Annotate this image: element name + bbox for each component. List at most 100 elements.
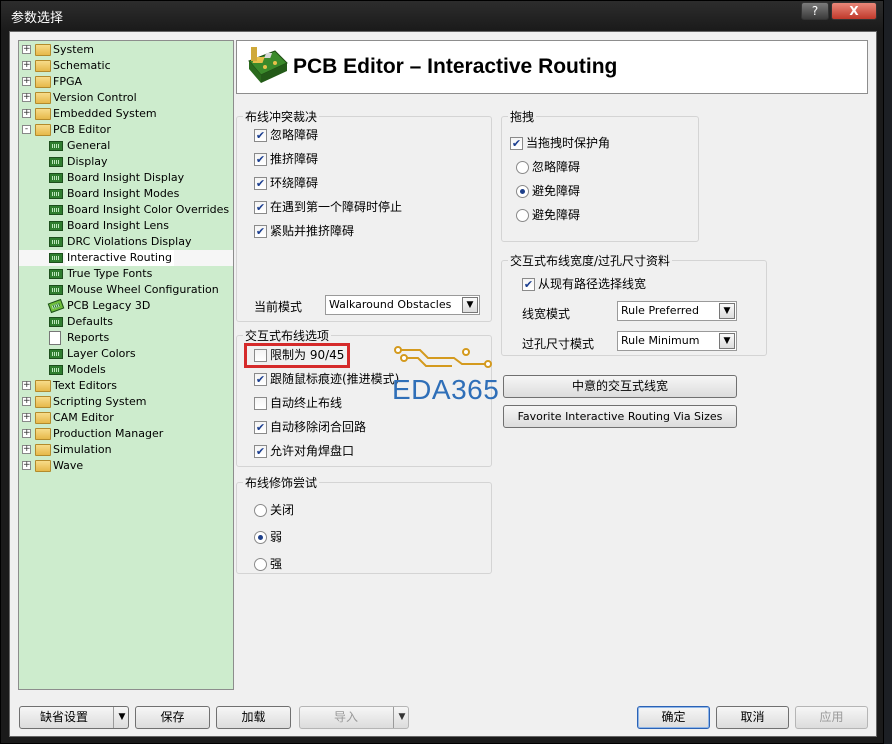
chevron-down-icon[interactable]: ▼ <box>113 707 130 728</box>
tree-item[interactable]: General <box>19 138 233 154</box>
save-button[interactable]: 保存 <box>135 706 210 729</box>
tree-item-label: FPGA <box>53 75 83 88</box>
tree-item[interactable]: + Simulation <box>19 442 233 458</box>
expand-icon[interactable]: + <box>22 109 31 118</box>
tree-item[interactable]: + Version Control <box>19 90 233 106</box>
chevron-down-icon[interactable]: ▼ <box>462 297 478 313</box>
window-title: 参数选择 <box>11 11 64 26</box>
gloss-group: 布线修饰尝试 关闭弱强 <box>236 474 492 574</box>
eda365-watermark: EDA365 <box>390 344 502 405</box>
checkbox-box[interactable]: ✔ <box>254 153 267 166</box>
tree-item[interactable]: True Type Fonts <box>19 266 233 282</box>
collapse-icon[interactable]: - <box>22 125 31 134</box>
folder-icon <box>35 380 51 392</box>
tree-item[interactable]: + FPGA <box>19 74 233 90</box>
tree-item[interactable]: Board Insight Modes <box>19 186 233 202</box>
tree-item[interactable]: + Schematic <box>19 58 233 74</box>
current-mode-select[interactable]: Walkaround Obstacles ▼ <box>325 295 480 315</box>
expand-icon[interactable]: + <box>22 61 31 70</box>
radio-label: 避免障碍 <box>532 184 581 198</box>
checkbox-box[interactable]: ✔ <box>254 129 267 142</box>
tree-item[interactable]: Board Insight Display <box>19 170 233 186</box>
apply-button[interactable]: 应用 <box>795 706 868 729</box>
checkbox-label: 推挤障碍 <box>270 152 319 166</box>
checkbox-box[interactable]: ✔ <box>522 278 535 291</box>
expand-icon[interactable]: + <box>22 381 31 390</box>
expand-icon[interactable]: + <box>22 461 31 470</box>
cancel-button[interactable]: 取消 <box>716 706 789 729</box>
favorite-via-sizes-button[interactable]: Favorite Interactive Routing Via Sizes <box>503 405 737 428</box>
via-mode-label: 过孔尺寸模式 <box>522 337 595 351</box>
checkbox-box[interactable] <box>254 397 267 410</box>
folder-icon <box>35 124 51 136</box>
chevron-down-icon[interactable]: ▼ <box>719 333 735 349</box>
checkbox-box[interactable]: ✔ <box>254 201 267 214</box>
expand-icon[interactable]: + <box>22 397 31 406</box>
tree-item[interactable]: + CAM Editor <box>19 410 233 426</box>
watermark-text: EDA365 <box>392 374 500 405</box>
tree-item[interactable]: - PCB Editor <box>19 122 233 138</box>
tree-item[interactable]: Reports <box>19 330 233 346</box>
group-title: 交互式布线选项 <box>243 327 332 344</box>
tree-item[interactable]: + Wave <box>19 458 233 474</box>
tree-item-label: Interactive Routing <box>65 250 174 266</box>
chip-icon <box>49 365 63 375</box>
tree-item-label: True Type Fonts <box>67 267 153 280</box>
help-button[interactable]: ? <box>801 2 829 20</box>
tree-item[interactable]: + Scripting System <box>19 394 233 410</box>
tree-item[interactable]: Board Insight Color Overrides <box>19 202 233 218</box>
radio-button[interactable] <box>516 209 529 222</box>
checkbox-box[interactable]: ✔ <box>254 177 267 190</box>
ok-button[interactable]: 确定 <box>637 706 710 729</box>
tree-item[interactable]: Mouse Wheel Configuration <box>19 282 233 298</box>
tree-item[interactable]: Display <box>19 154 233 170</box>
checkbox-box[interactable]: ✔ <box>254 373 267 386</box>
group-title: 交互式布线宽度/过孔尺寸资料 <box>508 252 673 269</box>
checkbox-box[interactable]: ✔ <box>254 225 267 238</box>
tree-item[interactable]: PCB Legacy 3D <box>19 298 233 314</box>
drag-group: 拖拽 ✔ 当拖拽时保护角 忽略障碍 避免障碍 避免障碍 <box>501 108 699 242</box>
load-button[interactable]: 加载 <box>216 706 291 729</box>
tree-item[interactable]: Defaults <box>19 314 233 330</box>
checkbox-box[interactable]: ✔ <box>254 421 267 434</box>
radio-button[interactable] <box>254 504 267 517</box>
checkbox-label: 允许对角焊盘口 <box>270 444 355 458</box>
tree-item[interactable]: + Embedded System <box>19 106 233 122</box>
group-title: 布线修饰尝试 <box>243 474 320 491</box>
tree-item[interactable]: + Text Editors <box>19 378 233 394</box>
folder-icon <box>35 428 51 440</box>
defaults-button[interactable]: 缺省设置 ▼ <box>19 706 129 729</box>
expand-icon[interactable]: + <box>22 93 31 102</box>
tree-item[interactable]: Layer Colors <box>19 346 233 362</box>
tree-item[interactable]: Board Insight Lens <box>19 218 233 234</box>
via-mode-select[interactable]: Rule Minimum ▼ <box>617 331 737 351</box>
expand-icon[interactable]: + <box>22 445 31 454</box>
expand-icon[interactable]: + <box>22 77 31 86</box>
tree-item-label: Version Control <box>53 91 137 104</box>
tree-item[interactable]: + System <box>19 42 233 58</box>
favorite-width-button[interactable]: 中意的交互式线宽 <box>503 375 737 398</box>
radio-button[interactable] <box>516 185 529 198</box>
radio-button[interactable] <box>254 558 267 571</box>
tree-item[interactable]: + Production Manager <box>19 426 233 442</box>
tree-item[interactable]: Models <box>19 362 233 378</box>
chevron-down-icon[interactable]: ▼ <box>719 303 735 319</box>
expand-icon[interactable]: + <box>22 413 31 422</box>
width-mode-select[interactable]: Rule Preferred ▼ <box>617 301 737 321</box>
close-button[interactable]: X <box>831 2 877 20</box>
document-icon <box>49 331 61 345</box>
checkbox-label: 自动移除闭合回路 <box>270 420 367 434</box>
title-bar[interactable]: 参数选择 ? X <box>1 1 885 29</box>
radio-button[interactable] <box>516 161 529 174</box>
checkbox-box[interactable]: ✔ <box>254 445 267 458</box>
radio-button[interactable] <box>254 531 267 544</box>
chevron-down-icon[interactable]: ▼ <box>393 707 410 728</box>
tree-item[interactable]: DRC Violations Display <box>19 234 233 250</box>
expand-icon[interactable]: + <box>22 45 31 54</box>
checkbox-box[interactable]: ✔ <box>510 137 523 150</box>
expand-icon[interactable]: + <box>22 429 31 438</box>
tree-item[interactable]: Interactive Routing <box>19 250 233 266</box>
chip-icon <box>49 349 63 359</box>
preferences-tree[interactable]: + System + Schematic + FPGA + Version Control + E… <box>18 40 234 690</box>
import-button[interactable]: 导入 ▼ <box>299 706 409 729</box>
